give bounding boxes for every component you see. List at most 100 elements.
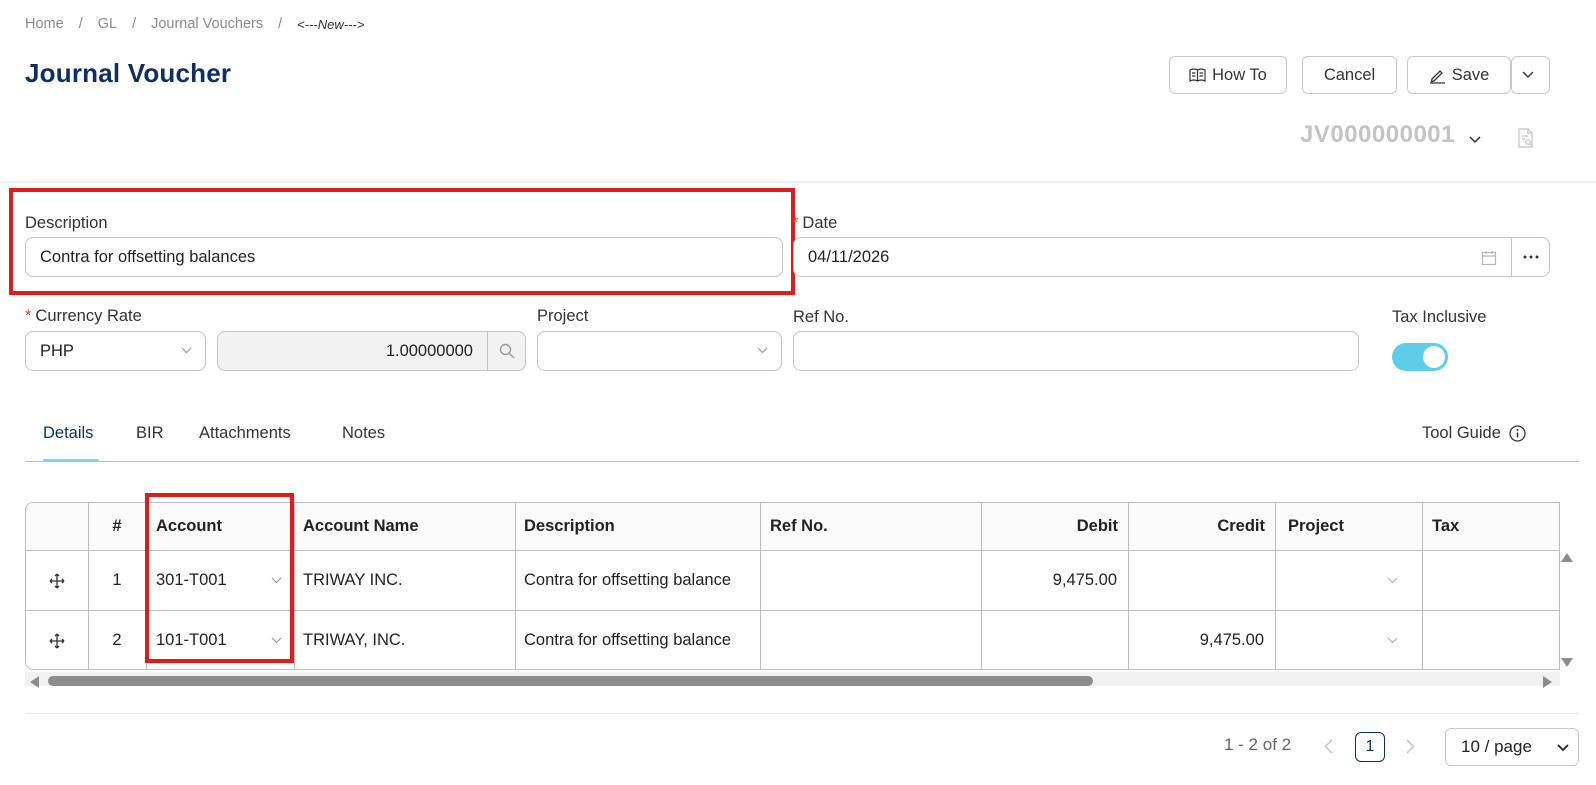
pencil-icon [1429, 69, 1445, 84]
move-icon [49, 573, 65, 588]
chevron-down-icon [1522, 71, 1533, 78]
book-icon [1189, 68, 1206, 82]
page-size-select[interactable]: 10 / page [1445, 728, 1579, 766]
save-button[interactable]: Save [1407, 56, 1511, 94]
currency-select[interactable]: PHP [25, 331, 206, 371]
breadcrumb: Home / GL / Journal Vouchers / <---New--… [25, 14, 364, 34]
column-header-tax: Tax [1432, 517, 1460, 535]
currency-rate-input[interactable]: 1.00000000 [217, 331, 488, 371]
currency-rate-search-button[interactable] [487, 331, 526, 371]
breadcrumb-current: <---New---> [297, 16, 365, 32]
breadcrumb-separator: / [132, 16, 137, 32]
triangle-down-icon [1561, 658, 1573, 667]
column-divider [294, 503, 295, 669]
horizontal-scroll-thumb[interactable] [48, 676, 1093, 686]
project-label: Project [537, 307, 589, 325]
date-more-button[interactable] [1511, 237, 1550, 277]
debit-cell[interactable] [981, 611, 1117, 669]
tab-details[interactable]: Details [43, 424, 93, 443]
column-header-credit: Credit [1217, 517, 1265, 535]
currency-rate-label: * Currency Rate [25, 307, 142, 326]
scroll-right-button[interactable] [1543, 675, 1552, 693]
drag-handle[interactable] [26, 551, 88, 610]
document-number: JV000000001 [1300, 121, 1455, 148]
column-header-ref-no: Ref No. [770, 517, 828, 535]
next-page-button[interactable] [1406, 739, 1415, 759]
drag-handle[interactable] [26, 611, 88, 669]
triangle-up-icon [1561, 553, 1573, 562]
column-header-description: Description [524, 517, 615, 535]
tab-bir[interactable]: BIR [136, 424, 164, 443]
ref-no-label: Ref No. [793, 308, 849, 326]
more-icon [1523, 255, 1538, 259]
chevron-down-icon [1387, 577, 1398, 584]
line-project-select[interactable] [1275, 551, 1422, 610]
column-header-project: Project [1288, 517, 1344, 535]
breadcrumb-home[interactable]: Home [25, 16, 64, 32]
scroll-up-button[interactable] [1561, 549, 1573, 567]
account-name-cell: TRIWAY INC. [303, 571, 403, 589]
line-description-cell[interactable]: Contra for offsetting balance [524, 551, 750, 610]
required-marker: * [25, 307, 32, 325]
account-name-cell: TRIWAY, INC. [303, 631, 406, 649]
chevron-down-icon [1469, 136, 1481, 144]
breadcrumb-journal-vouchers[interactable]: Journal Vouchers [151, 16, 263, 32]
column-header-account-name: Account Name [303, 517, 419, 535]
footer-divider [25, 713, 1579, 714]
line-project-select[interactable] [1275, 611, 1422, 669]
date-label: * Date [792, 214, 837, 233]
line-description-value: Contra for offsetting balance [524, 571, 731, 589]
line-description-value: Contra for offsetting balance [524, 631, 731, 649]
search-icon [499, 343, 514, 359]
move-icon [49, 633, 65, 648]
previous-page-button[interactable] [1324, 739, 1333, 759]
row-number: 2 [112, 631, 122, 649]
tax-inclusive-toggle[interactable] [1392, 343, 1448, 371]
chevron-down-icon [1387, 637, 1398, 644]
page-1-button[interactable]: 1 [1355, 732, 1385, 762]
column-divider [760, 503, 761, 669]
scroll-down-button[interactable] [1561, 654, 1573, 672]
save-options-button[interactable] [1511, 56, 1550, 94]
currency-value: PHP [40, 341, 74, 360]
line-ref-no-cell[interactable] [770, 611, 970, 669]
tab-notes[interactable]: Notes [342, 424, 385, 443]
how-to-button[interactable]: How To [1169, 56, 1287, 94]
line-ref-no-cell[interactable] [770, 551, 970, 610]
ref-no-input[interactable] [793, 331, 1359, 371]
column-divider [515, 503, 516, 669]
document-search-button[interactable] [1517, 128, 1535, 153]
cancel-button[interactable]: Cancel [1302, 56, 1397, 94]
credit-cell[interactable] [1128, 551, 1264, 610]
calendar-icon [1481, 251, 1497, 266]
chevron-right-icon [1406, 739, 1415, 754]
doc-number-dropdown[interactable] [1469, 131, 1481, 149]
breadcrumb-separator: / [278, 16, 283, 32]
tab-attachments[interactable]: Attachments [199, 424, 291, 443]
description-value: Contra for offsetting balances [40, 247, 256, 266]
tool-guide-button[interactable]: Tool Guide [1422, 424, 1526, 443]
date-input[interactable]: 04/11/2026 [793, 237, 1512, 277]
chevron-down-icon [181, 347, 192, 354]
pagination-range: 1 - 2 of 2 [1224, 735, 1292, 754]
date-label-text: Date [802, 214, 838, 232]
page-title: Journal Voucher [25, 58, 232, 88]
project-select[interactable] [537, 331, 782, 371]
toggle-knob [1423, 346, 1445, 368]
description-input[interactable]: Contra for offsetting balances [25, 237, 783, 277]
detail-tabs: Details BIR Attachments Notes Tool Guide [25, 410, 1579, 462]
currency-rate-value: 1.00000000 [385, 341, 473, 360]
scroll-left-button[interactable] [30, 675, 39, 693]
line-description-cell[interactable]: Contra for offsetting balance [524, 611, 750, 669]
credit-cell[interactable]: 9,475.00 [1128, 611, 1264, 669]
document-search-icon [1518, 128, 1533, 148]
column-header-number: # [112, 517, 122, 535]
info-icon [1509, 425, 1526, 442]
currency-rate-label-text: Currency Rate [35, 307, 142, 325]
chevron-down-icon [1557, 744, 1569, 752]
required-marker: * [792, 214, 799, 232]
debit-cell[interactable]: 9,475.00 [981, 551, 1117, 610]
column-header-debit: Debit [1076, 517, 1118, 535]
column-divider [1422, 503, 1423, 669]
breadcrumb-gl[interactable]: GL [98, 16, 117, 32]
